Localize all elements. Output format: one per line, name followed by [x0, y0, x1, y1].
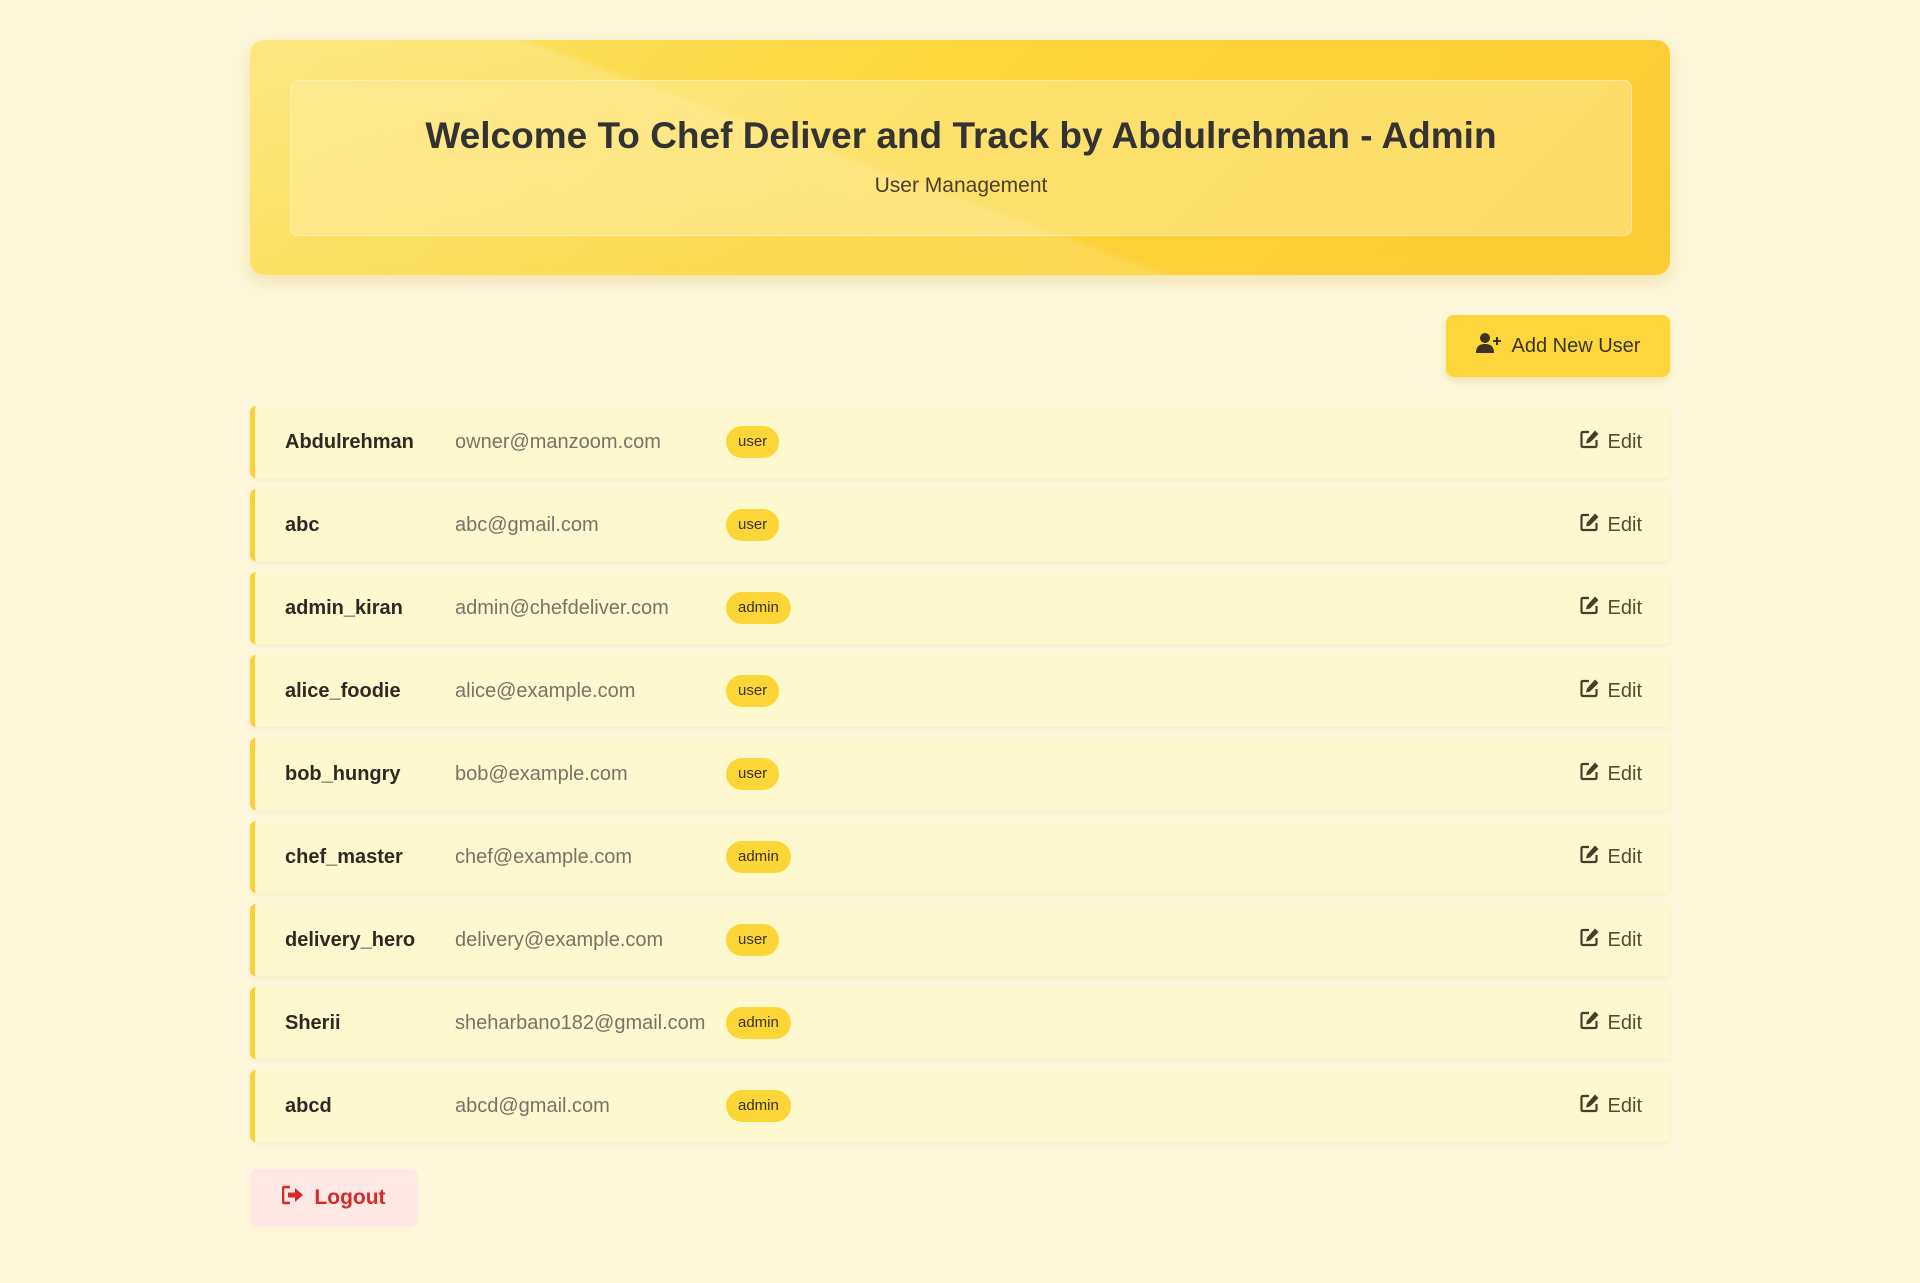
edit-icon	[1579, 844, 1600, 870]
add-new-user-button[interactable]: Add New User	[1446, 315, 1670, 377]
edit-button[interactable]: Edit	[1579, 1093, 1642, 1119]
edit-label: Edit	[1607, 679, 1642, 702]
sign-out-icon	[282, 1185, 304, 1211]
user-email: alice@example.com	[455, 679, 636, 702]
user-name: abc	[285, 513, 320, 536]
edit-label: Edit	[1607, 762, 1642, 785]
user-email: sheharbano182@gmail.com	[455, 1011, 706, 1034]
user-row: bob_hungry bob@example.com user Edit	[250, 738, 1670, 810]
edit-button[interactable]: Edit	[1579, 1010, 1642, 1036]
edit-label: Edit	[1607, 430, 1642, 453]
user-name: admin_kiran	[285, 596, 403, 619]
role-badge: admin	[726, 592, 791, 624]
edit-label: Edit	[1607, 513, 1642, 536]
toolbar: Add New User	[250, 315, 1670, 377]
role-badge: user	[726, 924, 780, 956]
user-plus-icon	[1475, 332, 1502, 360]
user-row: alice_foodie alice@example.com user Edit	[250, 655, 1670, 727]
edit-button[interactable]: Edit	[1579, 512, 1642, 538]
edit-icon	[1579, 1093, 1600, 1119]
user-name: delivery_hero	[285, 928, 416, 951]
user-row: delivery_hero delivery@example.com user Edi…	[250, 904, 1670, 976]
edit-icon	[1579, 761, 1600, 787]
user-row: chef_master chef@example.com admin Edit	[250, 821, 1670, 893]
edit-label: Edit	[1607, 1094, 1642, 1117]
role-badge: user	[726, 509, 780, 541]
header-card: Welcome To Chef Deliver and Track by Abd…	[290, 80, 1632, 236]
user-row: Sherii sheharbano182@gmail.com admin Edit	[250, 987, 1670, 1059]
user-name: chef_master	[285, 845, 403, 868]
edit-icon	[1579, 1010, 1600, 1036]
role-badge: admin	[726, 1090, 791, 1122]
edit-icon	[1579, 678, 1600, 704]
user-row: Abdulrehman owner@manzoom.com user Edit	[250, 406, 1670, 478]
edit-label: Edit	[1607, 845, 1642, 868]
role-badge: admin	[726, 841, 791, 873]
page-subtitle: User Management	[874, 174, 1048, 197]
user-email: chef@example.com	[455, 845, 633, 868]
user-email: admin@chefdeliver.com	[455, 596, 669, 619]
user-email: owner@manzoom.com	[455, 430, 661, 453]
user-email: bob@example.com	[455, 762, 628, 785]
page-title: Welcome To Chef Deliver and Track by Abd…	[425, 115, 1497, 156]
user-row: abcd abcd@gmail.com admin Edit	[250, 1070, 1670, 1142]
edit-button[interactable]: Edit	[1579, 595, 1642, 621]
role-badge: user	[726, 675, 780, 707]
edit-button[interactable]: Edit	[1579, 761, 1642, 787]
edit-button[interactable]: Edit	[1579, 927, 1642, 953]
user-row: abc abc@gmail.com user Edit	[250, 489, 1670, 561]
user-name: Sherii	[285, 1011, 341, 1034]
edit-icon	[1579, 429, 1600, 455]
edit-label: Edit	[1607, 596, 1642, 619]
user-name: Abdulrehman	[285, 430, 414, 453]
user-row: admin_kiran admin@chefdeliver.com admin Edi…	[250, 572, 1670, 644]
user-name: alice_foodie	[285, 679, 401, 702]
user-name: bob_hungry	[285, 762, 401, 785]
edit-button[interactable]: Edit	[1579, 678, 1642, 704]
role-badge: user	[726, 758, 780, 790]
header-banner: Welcome To Chef Deliver and Track by Abd…	[250, 40, 1670, 275]
edit-icon	[1579, 512, 1600, 538]
edit-button[interactable]: Edit	[1579, 844, 1642, 870]
edit-label: Edit	[1607, 928, 1642, 951]
edit-icon	[1579, 927, 1600, 953]
user-list: Abdulrehman owner@manzoom.com user Edit abc a…	[250, 406, 1670, 1142]
role-badge: user	[726, 426, 780, 458]
add-new-user-label: Add New User	[1511, 334, 1641, 357]
edit-icon	[1579, 595, 1600, 621]
user-email: abcd@gmail.com	[455, 1094, 610, 1117]
page-container: Welcome To Chef Deliver and Track by Abd…	[250, 40, 1670, 1227]
logout-button[interactable]: Logout	[250, 1169, 418, 1227]
edit-button[interactable]: Edit	[1579, 429, 1642, 455]
edit-label: Edit	[1607, 1011, 1642, 1034]
user-email: delivery@example.com	[455, 928, 664, 951]
logout-label: Logout	[314, 1186, 386, 1209]
user-name: abcd	[285, 1094, 332, 1117]
role-badge: admin	[726, 1007, 791, 1039]
user-email: abc@gmail.com	[455, 513, 599, 536]
